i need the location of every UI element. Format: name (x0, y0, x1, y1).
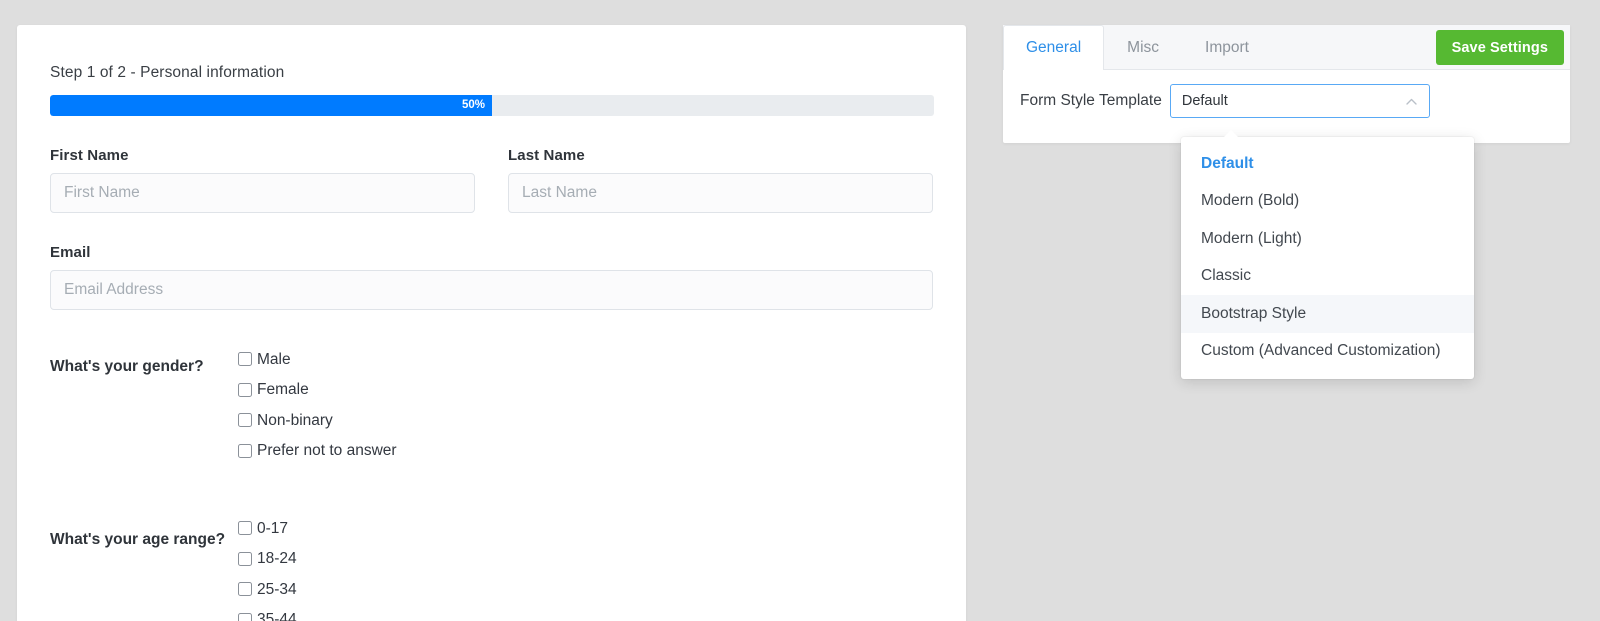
email-label: Email (50, 244, 91, 262)
form-preview-card: Step 1 of 2 - Personal information 50% F… (17, 25, 966, 621)
checkbox-row[interactable]: 25-34 (238, 574, 933, 605)
page-root: Step 1 of 2 - Personal information 50% F… (0, 0, 1600, 621)
gender-question-label: What's your gender? (50, 358, 204, 376)
gender-checkbox-male[interactable] (238, 352, 252, 367)
settings-panel: General Misc Import Save Settings Form S… (1003, 25, 1570, 143)
gender-options: Male Female Non-binary Prefer not to ans… (238, 343, 933, 466)
dropdown-option-label: Custom (Advanced Customization) (1201, 342, 1441, 360)
checkbox-row[interactable]: Male (238, 344, 933, 375)
form-step-label: Step 1 of 2 - Personal information (50, 64, 285, 81)
last-name-field-group: Last Name (508, 147, 933, 214)
tab-import[interactable]: Import (1182, 25, 1272, 70)
save-settings-button[interactable]: Save Settings (1435, 30, 1564, 65)
age-question-block: What's your age range? 0-17 18-24 25-34 (50, 512, 933, 621)
tab-general[interactable]: General (1003, 25, 1105, 70)
dropdown-option-label: Modern (Bold) (1201, 192, 1300, 210)
form-style-template-dropdown: Default Modern (Bold) Modern (Light) Cla… (1181, 130, 1474, 379)
checkbox-row[interactable]: Female (238, 375, 933, 406)
dropdown-option-classic[interactable]: Classic (1181, 258, 1474, 296)
dropdown-caret-icon (1223, 130, 1239, 138)
checkbox-label: Non-binary (257, 411, 333, 429)
form-style-template-value: Default (1181, 93, 1228, 109)
gender-question-block: What's your gender? Male Female Non-bina… (50, 343, 933, 466)
dropdown-option-custom-advanced[interactable]: Custom (Advanced Customization) (1181, 333, 1474, 371)
checkbox-label: 25-34 (257, 580, 297, 598)
settings-tab-bar: General Misc Import Save Settings (1003, 25, 1570, 70)
dropdown-option-modern-bold[interactable]: Modern (Bold) (1181, 183, 1474, 221)
tab-misc[interactable]: Misc (1104, 25, 1182, 70)
age-checkbox-0-17[interactable] (238, 521, 252, 536)
form-progress-percent: 50% (461, 98, 485, 111)
email-input[interactable] (50, 270, 933, 311)
form-progress-fill: 50% (50, 95, 492, 117)
settings-body: Form Style Template Default (1003, 70, 1570, 118)
form-style-template-label: Form Style Template (1020, 92, 1162, 109)
email-field-group: Email (50, 244, 933, 311)
age-options: 0-17 18-24 25-34 35-44 (238, 512, 933, 621)
gender-checkbox-female[interactable] (238, 382, 252, 397)
checkbox-row[interactable]: 18-24 (238, 544, 933, 575)
age-checkbox-25-34[interactable] (238, 582, 252, 597)
checkbox-row[interactable]: Prefer not to answer (238, 436, 933, 467)
gender-checkbox-prefer-not-to-answer[interactable] (238, 443, 252, 458)
dropdown-option-label: Default (1201, 154, 1254, 172)
checkbox-label: 18-24 (257, 550, 297, 568)
dropdown-option-label: Modern (Light) (1201, 229, 1302, 247)
age-checkbox-35-44[interactable] (238, 612, 252, 621)
form-progress-bar: 50% (50, 95, 934, 117)
checkbox-label: 35-44 (257, 611, 297, 621)
checkbox-label: Female (257, 381, 309, 399)
name-fields-row: First Name Last Name (50, 147, 933, 214)
checkbox-row[interactable]: 35-44 (238, 605, 933, 621)
last-name-label: Last Name (508, 147, 585, 165)
checkbox-row[interactable]: Non-binary (238, 405, 933, 436)
chevron-up-icon (1406, 98, 1417, 108)
checkbox-label: Prefer not to answer (257, 442, 397, 460)
form-content: Step 1 of 2 - Personal information 50% F… (17, 25, 966, 621)
dropdown-option-label: Bootstrap Style (1201, 304, 1307, 322)
form-style-template-select[interactable]: Default (1169, 84, 1430, 118)
dropdown-option-label: Classic (1201, 267, 1251, 285)
gender-checkbox-non-binary[interactable] (238, 413, 252, 428)
checkbox-row[interactable]: 0-17 (238, 513, 933, 544)
checkbox-label: Male (257, 350, 291, 368)
first-name-input[interactable] (50, 173, 475, 214)
age-checkbox-18-24[interactable] (238, 551, 252, 566)
dropdown-option-bootstrap-style[interactable]: Bootstrap Style (1181, 295, 1474, 333)
first-name-label: First Name (50, 147, 129, 165)
dropdown-option-default[interactable]: Default (1181, 145, 1474, 183)
tab-label: General (1026, 39, 1082, 56)
checkbox-label: 0-17 (257, 519, 289, 537)
last-name-input[interactable] (508, 173, 933, 214)
first-name-field-group: First Name (50, 147, 475, 214)
tab-label: Misc (1127, 39, 1160, 56)
dropdown-option-modern-light[interactable]: Modern (Light) (1181, 220, 1474, 258)
age-question-label: What's your age range? (50, 531, 226, 549)
tab-label: Import (1205, 39, 1249, 56)
